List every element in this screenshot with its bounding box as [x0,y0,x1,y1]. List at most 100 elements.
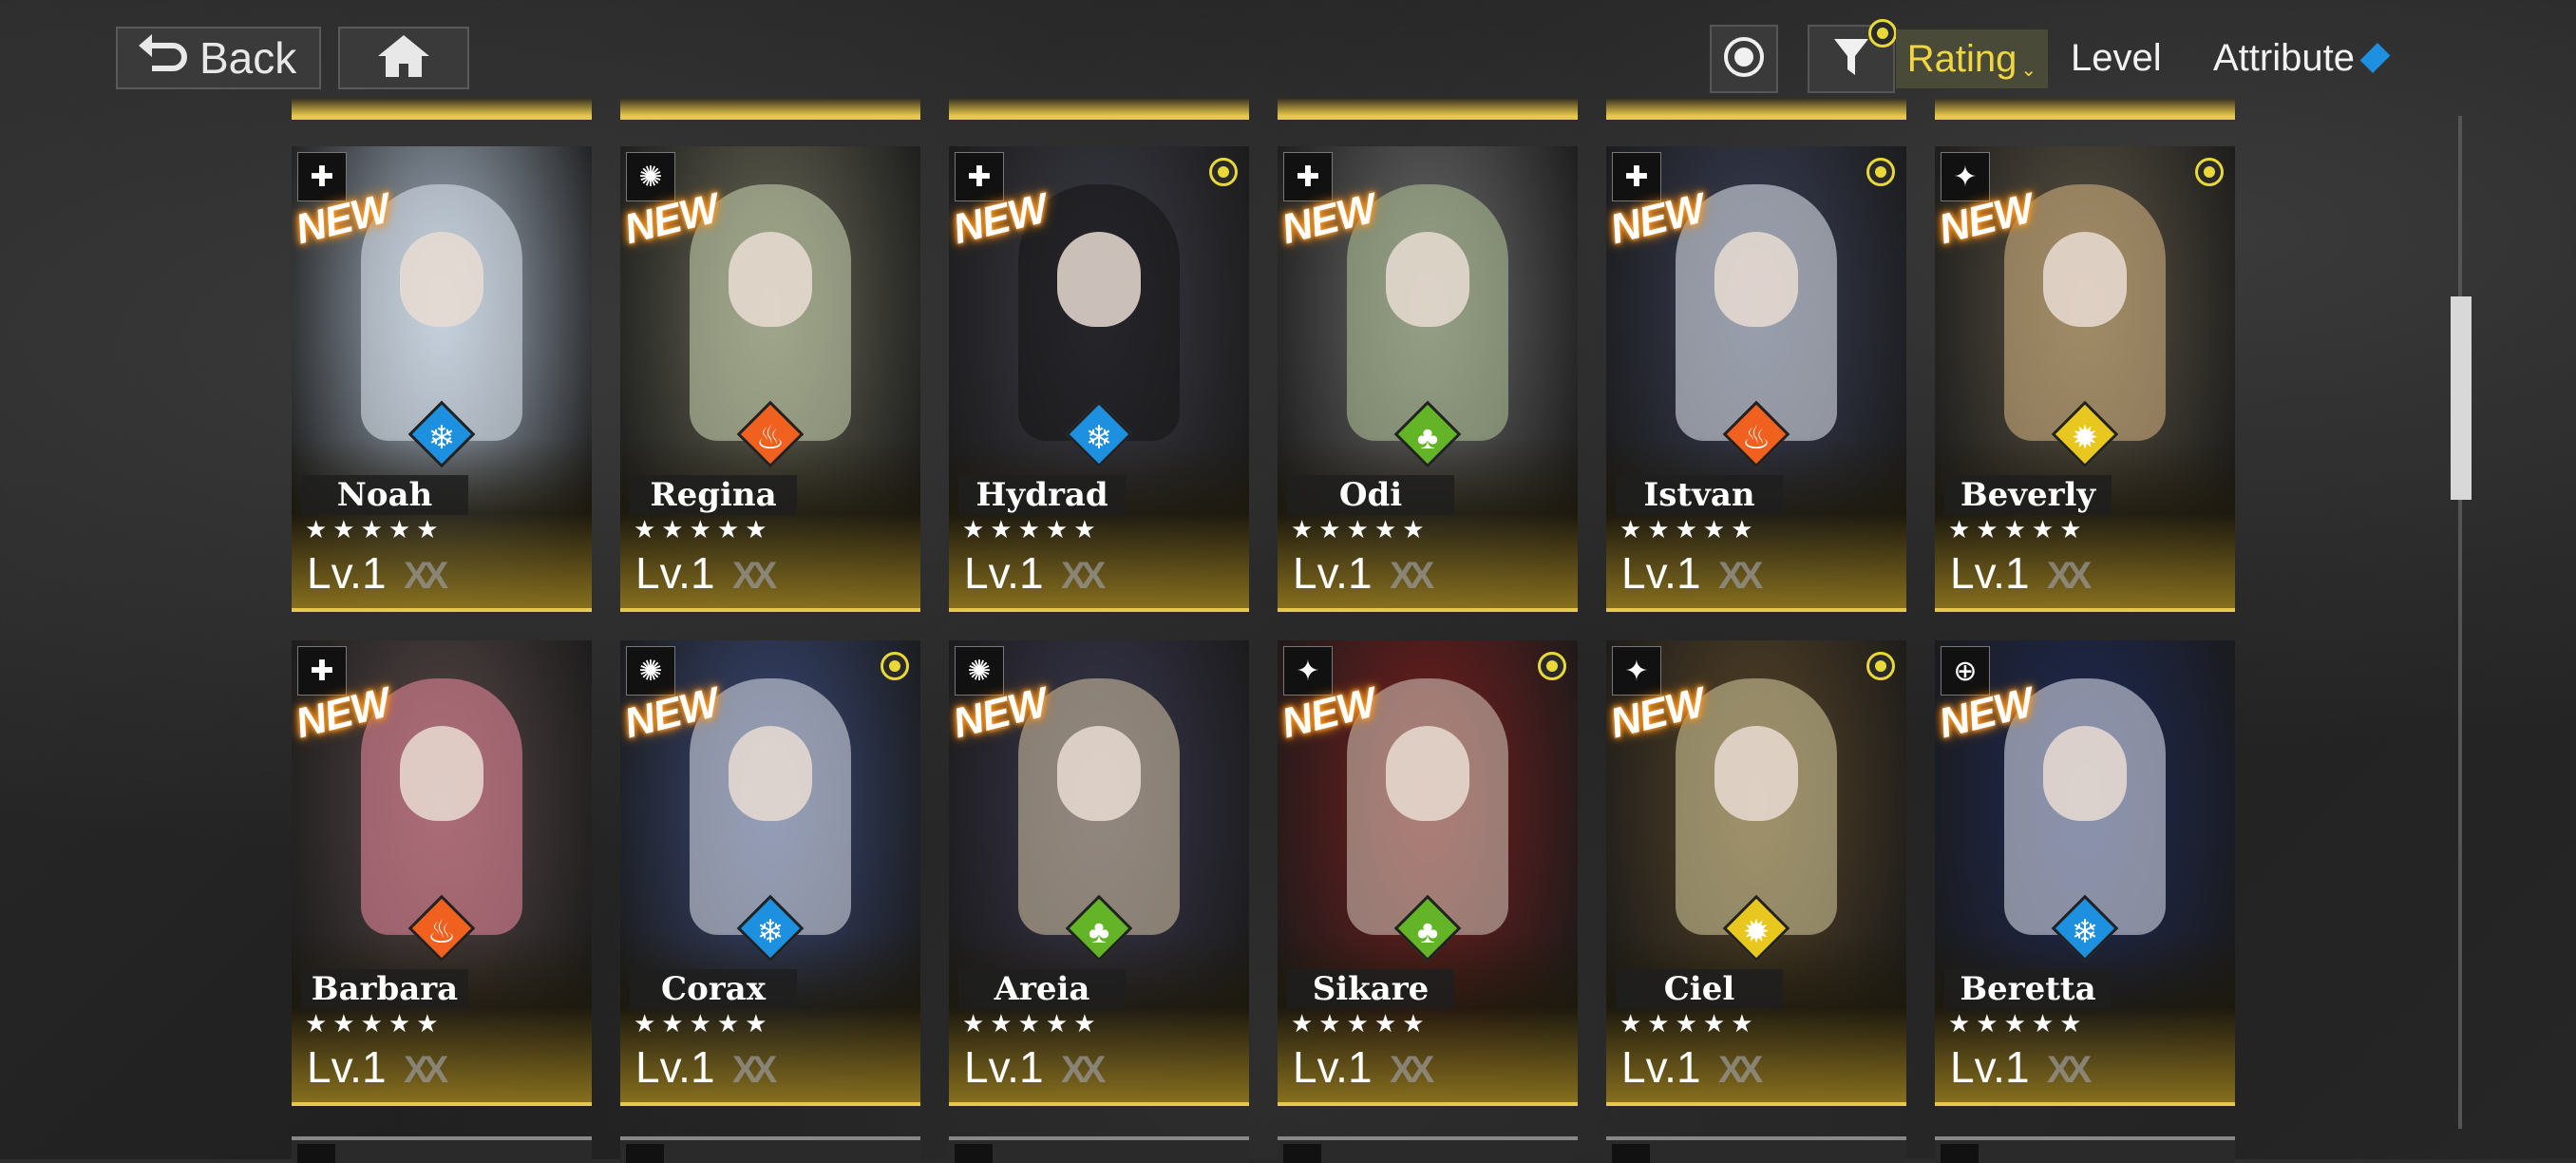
rating-label: Rating [1906,37,2017,80]
partial-card-top[interactable] [620,99,920,120]
limit-break-icon: XX [1390,1049,1434,1091]
filter-icon [1832,35,1870,84]
class-glyph: ✚ [310,161,334,193]
filter-active-indicator-icon [1868,19,1897,48]
character-card[interactable]: ✺ NEW ♣ Areia ★★★★★ Lv.1 XX [949,640,1249,1106]
class-icon: ✦ [1941,152,1990,201]
character-name: Noah [336,476,433,514]
favorite-marker-icon [1866,652,1895,680]
partial-card-top[interactable] [1278,99,1578,120]
level-text: Lv.1 [1950,1042,2030,1092]
scrollbar-track[interactable] [2458,116,2462,1129]
class-icon [1941,1144,1979,1163]
class-glyph: ✦ [1953,161,1978,193]
level-text: Lv.1 [1621,548,1701,598]
name-plate: Hydrad [958,475,1126,515]
sort-tab-attribute[interactable]: Attribute [2213,27,2391,89]
level-text: Lv.1 [307,548,387,598]
character-name: Hydrad [975,476,1108,514]
character-card[interactable]: ✚ NEW ❄ Noah ★★★★★ Lv.1 XX [292,146,592,612]
character-card[interactable]: ✚ NEW ♨ Istvan ★★★★★ Lv.1 XX [1606,146,1906,612]
class-glyph: ✦ [1624,655,1649,687]
back-label: Back [199,33,297,83]
character-card[interactable]: ✺ NEW ♨ Regina ★★★★★ Lv.1 XX [620,146,920,612]
level-text: Lv.1 [1293,1042,1373,1092]
filter-button[interactable] [1808,19,1897,93]
nature-element-icon: ♣ [1416,913,1439,950]
class-icon: ✺ [626,646,675,696]
character-card[interactable]: ✺ NEW ❄ Corax ★★★★★ Lv.1 XX [620,640,920,1106]
fire-element-icon: ♨ [755,420,786,456]
back-button[interactable]: Back [116,27,321,89]
limit-break-icon: XX [732,555,777,597]
character-face [729,726,812,821]
home-icon [374,31,433,86]
favorite-marker-icon [2195,158,2224,186]
character-face [1714,726,1798,821]
character-name: Areia [994,970,1090,1008]
limit-break-icon: XX [2047,555,2092,597]
class-icon [955,1144,993,1163]
limit-break-icon: XX [732,1049,777,1091]
rarity-stars: ★★★★★ [1948,515,2088,543]
attribute-diamond-icon [2359,43,2391,73]
ice-element-icon: ❄ [427,420,456,456]
level-text: Lv.1 [1950,548,2030,598]
ice-element-icon: ❄ [756,914,785,950]
character-card[interactable]: ✚ NEW ♨ Barbara ★★★★★ Lv.1 XX [292,640,592,1106]
sort-tab-level[interactable]: Level [2071,27,2162,89]
limit-break-icon: XX [404,1049,448,1091]
sort-tab-rating[interactable]: Rating ⌄ [1896,29,2048,88]
attribute-label: Attribute [2213,36,2355,79]
character-name: Regina [650,476,777,514]
target-button[interactable] [1710,25,1778,93]
character-name: Ciel [1663,970,1735,1008]
class-icon [626,1144,664,1163]
class-icon: ⊕ [1941,646,1990,696]
level-text: Lv.1 [964,1042,1044,1092]
partial-card-top[interactable] [1935,99,2235,120]
character-card[interactable]: ✦ NEW ✹ Beverly ★★★★★ Lv.1 XX [1935,146,2235,612]
fire-element-icon: ♨ [1741,420,1771,456]
character-card[interactable]: ✦ NEW ✹ Ciel ★★★★★ Lv.1 XX [1606,640,1906,1106]
class-glyph: ✚ [310,655,334,687]
character-face [729,232,812,327]
name-plate: Barbara [301,969,468,1009]
rarity-stars: ★★★★★ [634,515,773,543]
character-name: Barbara [311,970,459,1008]
character-card[interactable]: ✦ NEW ♣ Sikare ★★★★★ Lv.1 XX [1278,640,1578,1106]
character-card[interactable]: ✚ NEW ♣ Odi ★★★★★ Lv.1 XX [1278,146,1578,612]
limit-break-icon: XX [1718,1049,1763,1091]
name-plate: Sikare [1287,969,1454,1009]
limit-break-icon: XX [1061,1049,1106,1091]
fire-element-icon: ♨ [426,914,457,950]
class-glyph: ✚ [967,161,992,193]
favorite-marker-icon [881,652,909,680]
class-icon: ✦ [1612,646,1661,696]
partial-card-top[interactable] [292,99,592,120]
class-icon: ✚ [297,646,347,696]
character-card[interactable]: ⊕ NEW ❄ Beretta ★★★★★ Lv.1 XX [1935,640,2235,1106]
class-icon: ✚ [1612,152,1661,201]
class-icon: ✚ [297,152,347,201]
character-name: Beretta [1960,970,2096,1008]
level-text: Lv.1 [964,548,1044,598]
partial-card-top[interactable] [1606,99,1906,120]
character-card[interactable]: ✚ NEW ❄ Hydrad ★★★★★ Lv.1 XX [949,146,1249,612]
rarity-stars: ★★★★★ [962,1009,1102,1038]
name-plate: Ciel [1616,969,1783,1009]
character-name: Corax [661,970,766,1008]
chevron-down-icon: ⌄ [2020,59,2037,81]
class-glyph: ✦ [1296,655,1320,687]
character-face [2043,726,2127,821]
level-text: Lv.1 [1621,1042,1701,1092]
home-button[interactable] [338,27,469,89]
rarity-stars: ★★★★★ [1619,515,1759,543]
rarity-stars: ★★★★★ [305,1009,445,1038]
partial-card-top[interactable] [949,99,1249,120]
class-icon: ✺ [955,646,1004,696]
character-face [2043,232,2127,327]
ice-element-icon: ❄ [2071,914,2099,950]
scrollbar-thumb[interactable] [2451,296,2472,500]
class-icon: ✦ [1283,646,1333,696]
